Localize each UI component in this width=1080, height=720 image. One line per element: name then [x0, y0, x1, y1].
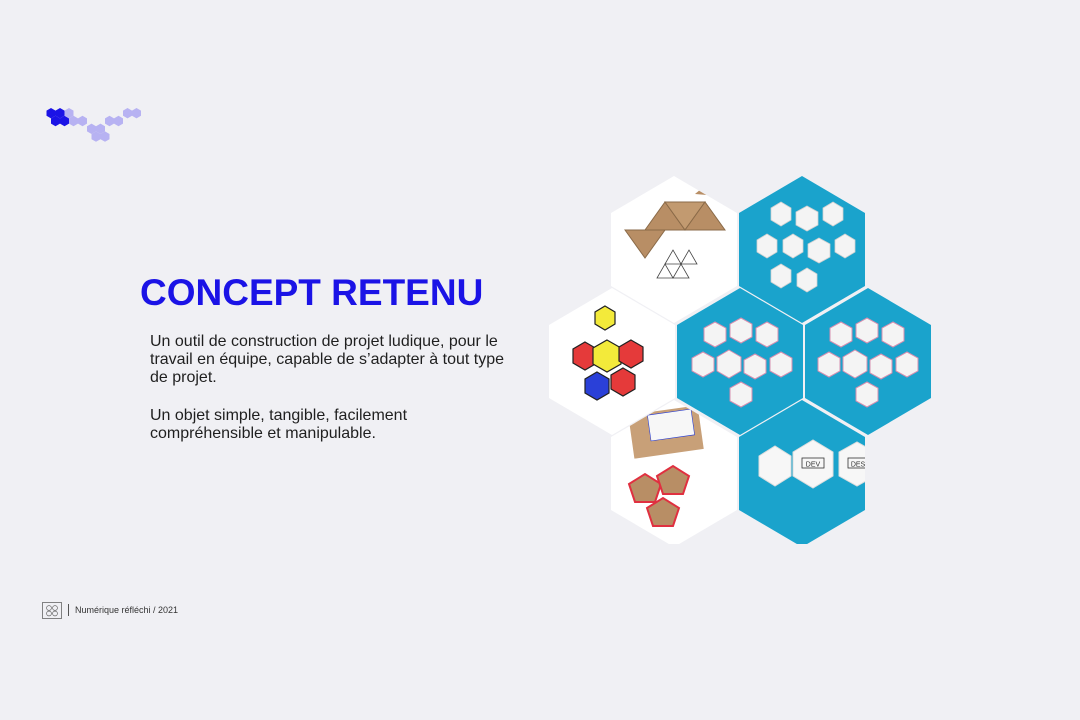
hexagon-photo-collage: DEV DESI — [549, 176, 931, 544]
hexagon-cluster-logo-icon — [46, 108, 141, 142]
footer-logo-icon — [42, 601, 62, 619]
footer-text: Numérique réfléchi / 2021 — [75, 605, 179, 615]
photo-label-dev: DEV — [806, 462, 821, 469]
slide-title: CONCEPT RETENU — [140, 272, 484, 313]
footer-separator — [68, 604, 69, 616]
paragraph-description: Un outil de construction de projet ludiq… — [150, 333, 505, 386]
footer: Numérique réfléchi / 2021 — [42, 601, 178, 619]
paragraph-qualities: Un objet simple, tangible, facilement co… — [150, 407, 408, 442]
slide-body: Un outil de construction de projet ludiq… — [150, 333, 510, 463]
photo-label-desi: DESI — [851, 462, 867, 469]
